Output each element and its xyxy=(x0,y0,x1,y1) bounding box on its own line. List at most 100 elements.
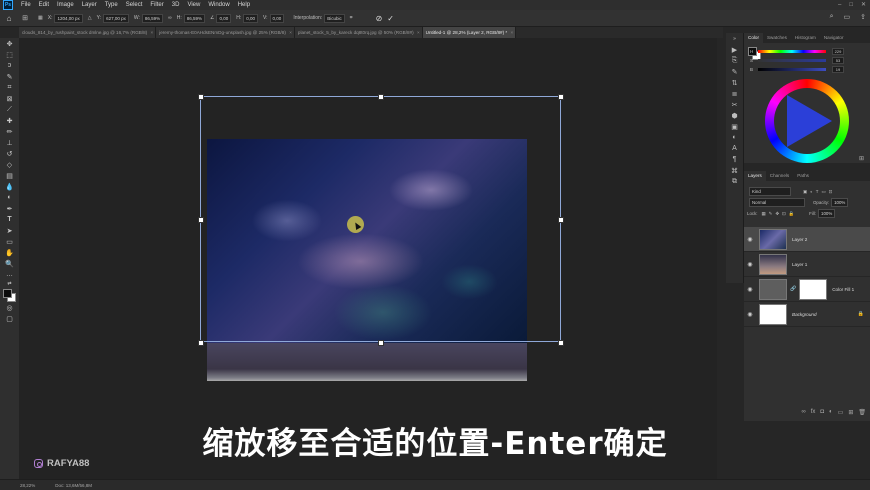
tab-clouds[interactable]: clouds_814_by_rushpaint_stock dmlne.jpg … xyxy=(19,27,157,38)
layer-filter-icons[interactable]: ▣◐T▭⊡ xyxy=(803,189,835,195)
properties-icon[interactable]: ≣ xyxy=(726,88,743,99)
transform-handle-top-right[interactable] xyxy=(558,94,564,100)
hue-value[interactable]: 229 xyxy=(832,48,844,55)
y-value[interactable]: 627,00 px xyxy=(103,13,129,23)
move-tool-icon[interactable]: ✥ xyxy=(0,38,19,49)
transform-handle-top-left[interactable] xyxy=(198,94,204,100)
angle-value[interactable]: 0,00 xyxy=(216,13,232,23)
transform-bounding-box[interactable] xyxy=(200,96,561,342)
x-value[interactable]: 1204,00 px xyxy=(54,13,83,23)
type-tool-icon[interactable]: T xyxy=(0,214,19,225)
menu-type[interactable]: Type xyxy=(101,2,122,8)
hue-slider[interactable]: H 229 xyxy=(750,48,866,55)
mask-link-icon[interactable]: 🔗 xyxy=(790,286,796,292)
close-window-icon[interactable]: ✕ xyxy=(861,0,866,10)
vskew-value[interactable]: 0,00 xyxy=(269,13,285,23)
lasso-tool-icon[interactable]: ↄ xyxy=(0,60,19,71)
quick-mask-icon[interactable]: ◎ xyxy=(0,302,19,313)
commit-transform-icon[interactable]: ✓ xyxy=(387,14,394,23)
quick-select-tool-icon[interactable]: ✎ xyxy=(0,71,19,82)
link-icon[interactable]: ∞ xyxy=(168,15,172,21)
visibility-eye-icon[interactable]: ◉ xyxy=(744,261,756,268)
transform-handle-bottom-left[interactable] xyxy=(198,340,204,346)
eyedropper-tool-icon[interactable]: ⟋ xyxy=(0,104,19,115)
menu-window[interactable]: Window xyxy=(204,2,233,8)
3d-panel-icon[interactable]: ⬢ xyxy=(726,110,743,121)
x-field[interactable]: X: 1204,00 px xyxy=(48,13,83,23)
hand-tool-icon[interactable]: ✋ xyxy=(0,247,19,258)
libraries-icon[interactable]: ▣ xyxy=(726,121,743,132)
menu-select[interactable]: Select xyxy=(122,2,147,8)
menu-image[interactable]: Image xyxy=(53,2,78,8)
menu-view[interactable]: View xyxy=(183,2,204,8)
dodge-tool-icon[interactable]: ◐ xyxy=(0,192,19,203)
move-tool-preset-icon[interactable]: ⊞ xyxy=(18,14,32,22)
layers-dock-icon[interactable]: ⧉ xyxy=(726,176,743,187)
close-tab-icon[interactable]: × xyxy=(289,27,292,38)
w-field[interactable]: W: 86,59% xyxy=(134,13,164,23)
history-panel-icon[interactable]: ⎘ xyxy=(726,55,743,66)
close-tab-icon[interactable]: × xyxy=(151,27,154,38)
collapse-dock-icon[interactable]: » xyxy=(726,33,743,44)
zoom-tool-icon[interactable]: 🔍 xyxy=(0,258,19,269)
color-triangle[interactable] xyxy=(787,95,832,147)
tab-planet-stock[interactable]: planet_stock_5_by_kareck dq8t0rq.jpg @ 5… xyxy=(294,27,423,38)
visibility-eye-icon[interactable]: ◉ xyxy=(744,236,756,243)
tab-jeremy-thomas[interactable]: jeremy-thomas-E0AHdsENmDg-unsplash.jpg @… xyxy=(156,27,295,38)
path-select-tool-icon[interactable]: ➤ xyxy=(0,225,19,236)
interpolation-select[interactable]: Bicubic xyxy=(324,13,345,23)
hskew-value[interactable]: 0,00 xyxy=(243,13,258,23)
tab-swatches[interactable]: Swatches xyxy=(763,33,791,43)
reference-point-icon[interactable]: ▦ xyxy=(38,15,43,21)
tools-settings-icon[interactable]: ✂ xyxy=(726,99,743,110)
screen-mode-icon[interactable]: ▢ xyxy=(0,313,19,324)
saturation-value[interactable]: 53 xyxy=(832,57,844,64)
tab-color[interactable]: Color xyxy=(744,33,763,43)
menu-help[interactable]: Help xyxy=(234,2,254,8)
tab-histogram[interactable]: Histogram xyxy=(791,33,820,43)
blur-tool-icon[interactable]: 💧 xyxy=(0,181,19,192)
saturation-slider[interactable]: S 53 xyxy=(750,57,866,64)
close-tab-icon[interactable]: × xyxy=(511,27,514,38)
blend-mode-select[interactable]: Normal xyxy=(749,198,805,207)
close-tab-icon[interactable]: × xyxy=(417,27,420,38)
lock-icons[interactable]: ▦✎✥⊡🔒 xyxy=(762,211,798,217)
clone-stamp-tool-icon[interactable]: ⊥ xyxy=(0,137,19,148)
vskew-field[interactable]: V: 0,00 xyxy=(263,13,285,23)
transform-handle-bottom-right[interactable] xyxy=(558,340,564,346)
play-action-icon[interactable]: ▶ xyxy=(726,44,743,55)
h-field[interactable]: H: 86,59% xyxy=(177,13,205,23)
layer-row-layer-1[interactable]: ◉ Layer 1 xyxy=(744,252,870,277)
pen-tool-icon[interactable]: ✒ xyxy=(0,203,19,214)
tab-channels[interactable]: Channels xyxy=(766,171,793,181)
delta-icon[interactable]: △ xyxy=(88,15,92,21)
styles-icon[interactable]: ◐ xyxy=(726,132,743,143)
gradient-tool-icon[interactable]: ▤ xyxy=(0,170,19,181)
transform-handle-middle-right[interactable] xyxy=(558,217,564,223)
warp-icon[interactable]: ⌗ xyxy=(350,15,353,21)
h-value[interactable]: 86,59% xyxy=(183,13,205,23)
layer-kind-filter[interactable]: Kind xyxy=(749,187,791,196)
menu-layer[interactable]: Layer xyxy=(78,2,101,8)
transform-handle-middle-left[interactable] xyxy=(198,217,204,223)
menu-3d[interactable]: 3D xyxy=(168,2,184,8)
layer-row-color-fill-1[interactable]: ◉ 🔗 Color Fill 1 xyxy=(744,277,870,302)
glyphs-icon[interactable]: ⌘ xyxy=(726,165,743,176)
frame-tool-icon[interactable]: ⊠ xyxy=(0,93,19,104)
w-value[interactable]: 86,59% xyxy=(141,13,164,23)
transform-handle-top-center[interactable] xyxy=(378,94,384,100)
panel-options-icon[interactable]: ⊞ xyxy=(859,155,864,162)
opacity-field[interactable]: 100% xyxy=(831,198,849,207)
healing-brush-tool-icon[interactable]: ✚ xyxy=(0,115,19,126)
shape-tool-icon[interactable]: ▭ xyxy=(0,236,19,247)
swap-colors-icon[interactable]: ⇄ xyxy=(0,280,19,288)
cancel-transform-icon[interactable]: ⊘ xyxy=(376,14,383,23)
adjustments-icon[interactable]: ⇅ xyxy=(726,77,743,88)
canvas-area[interactable] xyxy=(19,38,717,479)
marquee-tool-icon[interactable]: ⬚ xyxy=(0,49,19,60)
brush-settings-icon[interactable]: ✎ xyxy=(726,66,743,77)
menu-edit[interactable]: Edit xyxy=(35,2,53,8)
y-field[interactable]: Y: 627,00 px xyxy=(97,13,129,23)
history-brush-tool-icon[interactable]: ↺ xyxy=(0,148,19,159)
paragraph-icon[interactable]: ¶ xyxy=(726,154,743,165)
